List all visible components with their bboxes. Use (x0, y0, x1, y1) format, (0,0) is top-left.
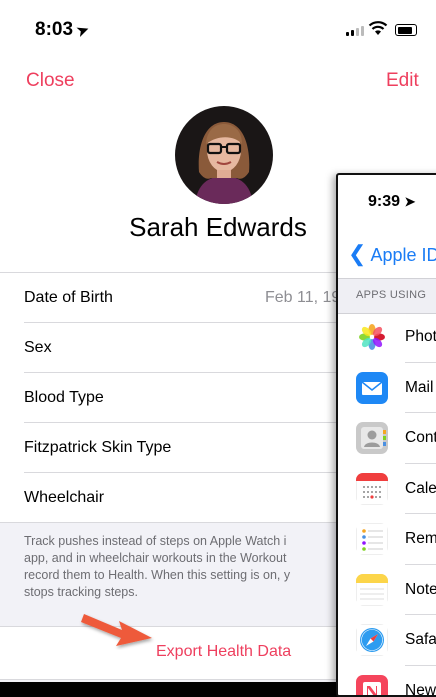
export-health-data-button[interactable]: Export Health Data (156, 643, 291, 661)
reminders-icon (356, 523, 388, 555)
list-item[interactable]: Cont (338, 413, 436, 464)
row-label: Blood Type (24, 389, 104, 406)
list-item[interactable]: Rem (338, 514, 436, 565)
back-button[interactable]: ❮Apple ID (348, 241, 436, 267)
list-item[interactable]: New (338, 666, 436, 697)
edit-button[interactable]: Edit (386, 70, 419, 92)
location-arrow-icon: ➤ (404, 194, 415, 209)
section-header: APPS USING (338, 278, 436, 314)
profile-photo (175, 106, 273, 204)
calendar-icon (356, 473, 388, 505)
location-arrow-icon: ➤ (74, 21, 91, 41)
avatar (175, 106, 273, 204)
contacts-icon (356, 422, 388, 454)
row-label: Wheelchair (24, 489, 104, 506)
row-label: Fitzpatrick Skin Type (24, 439, 171, 456)
red-arrow-annotation-icon (78, 600, 158, 650)
battery-icon (395, 24, 417, 36)
list-item[interactable]: Cale (338, 464, 436, 515)
apple-id-screen: 9:39 ➤ ❮Apple ID APPS USING Pho (336, 173, 436, 697)
row-label: Date of Birth (24, 289, 113, 306)
wifi-icon (368, 20, 388, 36)
close-button[interactable]: Close (26, 70, 75, 92)
status-bar: 8:03➤ (0, 0, 436, 60)
list-item[interactable]: Safa (338, 615, 436, 666)
news-icon (356, 675, 388, 697)
row-value: Feb 11, 19 (265, 273, 340, 323)
cellular-signal-icon (346, 26, 364, 36)
chevron-left-icon: ❮ (348, 241, 366, 266)
mail-icon (356, 372, 388, 404)
list-item[interactable]: Phot (338, 312, 436, 363)
photos-icon (356, 321, 388, 353)
wheelchair-footnote: Track pushes instead of steps on Apple W… (24, 533, 364, 601)
row-label: Sex (24, 339, 52, 356)
list-item[interactable]: Note (338, 565, 436, 616)
status-time: 8:03➤ (35, 19, 89, 41)
status-time: 9:39 ➤ (368, 193, 415, 211)
safari-icon (356, 624, 388, 656)
list-item[interactable]: Mail (338, 363, 436, 414)
apps-list: Phot Mail (338, 312, 436, 697)
notes-icon (356, 574, 388, 606)
